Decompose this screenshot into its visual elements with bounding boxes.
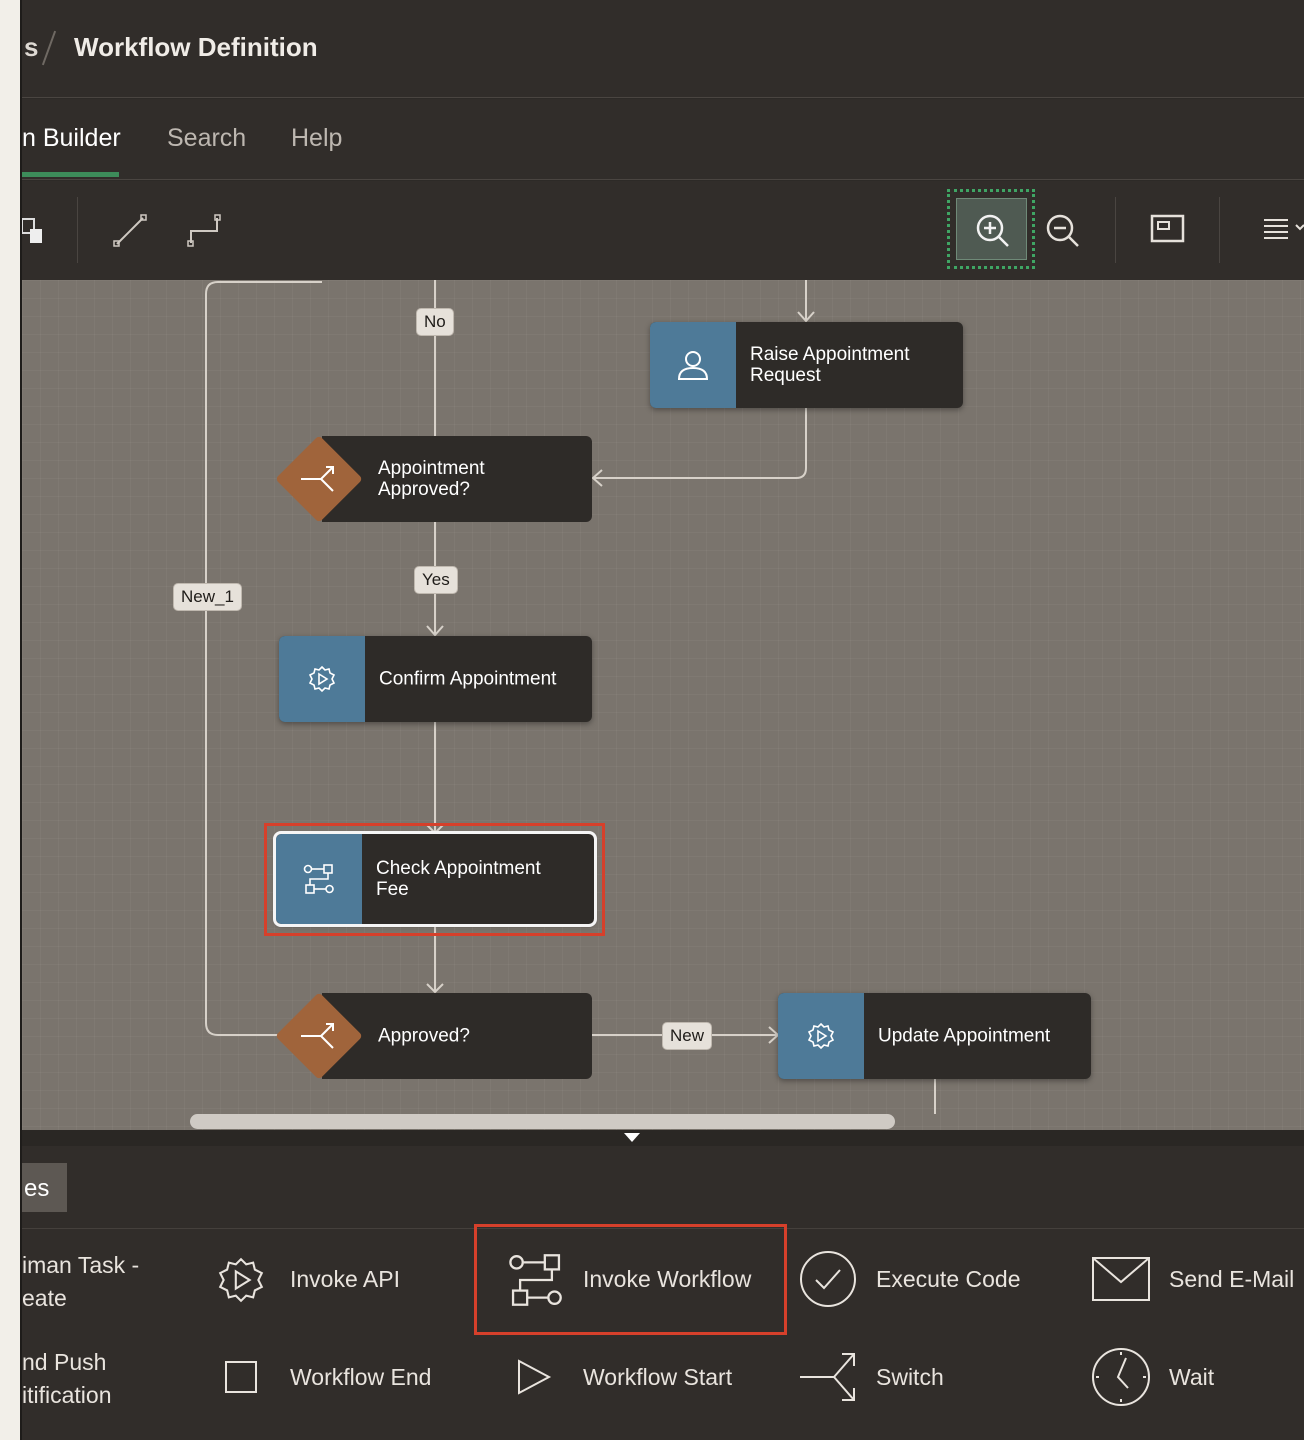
invoke-api-node-icon	[778, 993, 864, 1079]
edge-label-new[interactable]: New	[662, 1022, 713, 1050]
clock-icon	[1090, 1346, 1152, 1413]
workflow-end-square-icon	[224, 1360, 258, 1399]
page-header: s Workflow Definition	[22, 0, 1304, 98]
workflow-canvas[interactable]: No Yes New_1 New Raise Appointment Reques…	[22, 280, 1304, 1130]
tab-builder[interactable]: n Builder	[22, 124, 121, 153]
switch-node-icon	[276, 993, 362, 1079]
invoke-workflow-icon	[506, 1249, 566, 1316]
switch-icon	[798, 1350, 860, 1409]
horizontal-scrollbar[interactable]	[190, 1114, 895, 1129]
node-raise-appointment-request[interactable]: Raise Appointment Request	[650, 322, 963, 408]
tab-help[interactable]: Help	[291, 124, 342, 153]
page-title: Workflow Definition	[74, 32, 318, 62]
node-update-appointment[interactable]: Update Appointment	[778, 993, 1091, 1079]
palette-item-workflow-end[interactable]: Workflow End	[290, 1364, 431, 1391]
palette-item-human-task-create[interactable]: iman Task - eate	[22, 1249, 139, 1315]
fit-icon[interactable]	[1150, 213, 1186, 245]
zoom-in-focus-ring	[947, 189, 1035, 269]
zoom-out-icon[interactable]	[1042, 211, 1082, 251]
node-approved[interactable]: Approved?	[278, 993, 592, 1079]
palette-item-execute-code[interactable]: Execute Code	[876, 1266, 1020, 1293]
tab-search[interactable]: Search	[167, 124, 246, 153]
edge-label-yes[interactable]: Yes	[414, 566, 458, 594]
zoom-in-icon	[976, 214, 1009, 247]
switch-node-icon	[276, 436, 362, 522]
selected-node-outline	[273, 831, 597, 927]
menu-icon[interactable]	[1260, 215, 1304, 243]
palette-item-send-push-notification[interactable]: nd Push itification	[22, 1346, 111, 1412]
node-appointment-approved[interactable]: Appointment Approved?	[278, 436, 592, 522]
activities-palette: es iman Task - eate Invoke API Invoke Wor…	[22, 1146, 1304, 1440]
breadcrumb-separator	[41, 30, 57, 66]
invoke-api-icon	[215, 1254, 267, 1311]
human-task-node-icon	[650, 322, 736, 408]
workflow-start-play-icon	[516, 1358, 552, 1401]
palette-item-switch[interactable]: Switch	[876, 1364, 944, 1391]
email-envelope-icon	[1091, 1256, 1151, 1307]
node-label: Update Appointment	[878, 1025, 1051, 1047]
node-label: Raise Appointment Request	[750, 344, 910, 386]
check-circle-icon	[798, 1249, 858, 1314]
active-tab-indicator	[22, 172, 119, 177]
node-label: Confirm Appointment	[379, 668, 557, 690]
panel-splitter[interactable]	[22, 1130, 1304, 1146]
palette-item-invoke-api[interactable]: Invoke API	[290, 1266, 400, 1293]
straight-connector-icon[interactable]	[112, 213, 148, 249]
palette-item-send-email[interactable]: Send E-Mail	[1169, 1266, 1294, 1293]
add-shape-icon[interactable]	[22, 215, 44, 247]
palette-item-invoke-workflow[interactable]: Invoke Workflow	[583, 1266, 751, 1293]
palette-item-workflow-start[interactable]: Workflow Start	[583, 1364, 732, 1391]
node-confirm-appointment[interactable]: Confirm Appointment	[279, 636, 592, 722]
palette-tab-activities[interactable]: es	[22, 1163, 67, 1212]
node-label: Appointment Approved?	[378, 458, 485, 500]
left-side-strip	[0, 0, 22, 1440]
edge-label-no[interactable]: No	[416, 308, 454, 336]
zoom-in-button[interactable]	[956, 198, 1027, 260]
invoke-api-node-icon	[279, 636, 365, 722]
palette-item-wait[interactable]: Wait	[1169, 1364, 1214, 1391]
toolbar-separator	[1115, 197, 1116, 263]
breadcrumb-previous[interactable]: s	[24, 32, 38, 63]
toolbar-separator	[1219, 197, 1220, 263]
node-label: Approved?	[378, 1025, 470, 1047]
diagram-toolbar	[22, 181, 1304, 280]
collapse-arrow-icon[interactable]	[624, 1133, 640, 1142]
tab-bar: n Builder Search Help	[22, 99, 1304, 180]
elbow-connector-icon[interactable]	[186, 213, 222, 249]
toolbar-separator	[77, 197, 78, 263]
edge-label-new-1[interactable]: New_1	[173, 583, 242, 611]
